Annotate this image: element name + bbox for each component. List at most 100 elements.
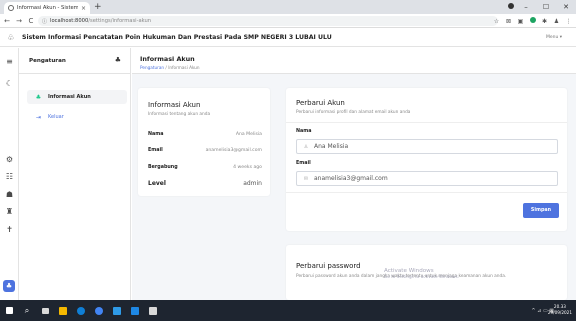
file-explorer-icon[interactable]: [54, 300, 72, 321]
name-field[interactable]: ♙: [296, 139, 558, 154]
watermark-subline: Go to Settings to activate Windows.: [384, 274, 460, 279]
user-icon: ♣: [35, 93, 42, 101]
email-field[interactable]: ✉: [296, 171, 558, 186]
close-window-button[interactable]: ✕: [556, 3, 576, 11]
icon-rail: ≡ ☾ ⚙ ☷ ☗ ♜ ✝ ♣: [0, 48, 19, 300]
reload-button[interactable]: C: [26, 17, 36, 25]
info-value: 4 weeks ago: [233, 165, 262, 170]
url-input[interactable]: ⓘ localhost:8000 /settings/informasi-aku…: [38, 16, 498, 26]
hamburger-menu-icon[interactable]: ≡: [4, 56, 15, 67]
windows-taskbar: ⌕ ^ ⊿ ▭ ▦ 20.33 29/09/2021: [0, 300, 576, 321]
name-field-label: Nama: [296, 129, 312, 134]
breadcrumb-separator: /: [165, 65, 167, 70]
update-account-card: Perbarui Akun Perbarui informasi profil …: [286, 88, 567, 231]
chrome-browser-icon[interactable]: [90, 300, 108, 321]
info-value: Ana Melisia: [235, 132, 262, 137]
sidebar-item-informasi-akun[interactable]: ♣ Informasi Akun: [27, 90, 127, 104]
back-button[interactable]: ←: [2, 17, 12, 25]
browser-tab[interactable]: Informasi Akun - Sistem Informa ×: [4, 2, 90, 14]
rail-achievements-icon[interactable]: ✝: [4, 224, 15, 235]
maximize-button[interactable]: ☐: [536, 3, 556, 11]
info-row-bergabung: Bergabung 4 weeks ago: [148, 165, 262, 173]
save-button[interactable]: Simpan: [523, 203, 559, 218]
user-menu-dropdown[interactable]: Menu ▾: [546, 35, 562, 40]
info-row-email: Email anamelisia3@gmail.com: [148, 148, 262, 156]
extension-icon[interactable]: ⊠: [505, 18, 512, 25]
rail-points-icon[interactable]: ☗: [4, 189, 15, 200]
browser-tab-bar: Informasi Akun - Sistem Informa × + – ☐ …: [0, 0, 576, 14]
breadcrumb-link-pengaturan[interactable]: Pengaturan: [140, 65, 164, 70]
dark-mode-toggle-icon[interactable]: ☾: [4, 78, 15, 89]
rail-reports-icon[interactable]: ♜: [4, 206, 15, 217]
settings-sidebar-header: Pengaturan ♣: [19, 48, 131, 74]
extension-icon[interactable]: ✱: [541, 18, 548, 25]
profile-icon[interactable]: ♟: [553, 18, 560, 25]
url-host: localhost:8000: [50, 18, 89, 24]
extension-green-icon[interactable]: [529, 17, 536, 25]
info-label: Level: [148, 180, 166, 187]
windows-start-icon[interactable]: [0, 300, 18, 321]
card-subtitle: Perbarui informasi profil dan alamat ema…: [296, 110, 411, 115]
divider: [286, 122, 567, 123]
app-title: Sistem Informasi Pencatatan Poin Hukuman…: [22, 34, 332, 41]
info-label: Nama: [148, 132, 164, 137]
card-title: Perbarui password: [296, 262, 361, 270]
breadcrumb-current: Informasi Akun: [168, 65, 200, 70]
info-row-level: Level admin: [148, 180, 262, 188]
email-field-label: Email: [296, 161, 311, 166]
info-value: admin: [243, 180, 262, 187]
info-icon[interactable]: ⓘ: [42, 18, 47, 25]
url-path: /settings/informasi-akun: [88, 18, 152, 24]
user-settings-icon: ♣: [114, 56, 121, 64]
profile-icon[interactable]: [506, 3, 516, 11]
info-row-nama: Nama Ana Melisia: [148, 132, 262, 140]
task-view-icon[interactable]: [36, 300, 54, 321]
tab-title: Informasi Akun - Sistem Informa: [17, 5, 78, 11]
minimize-button[interactable]: –: [516, 3, 536, 11]
account-info-card: Informasi Akun Informasi tentang akun an…: [138, 88, 270, 196]
app-header: ♧ Sistem Informasi Pencatatan Poin Hukum…: [0, 29, 576, 47]
envelope-icon: ✉: [303, 175, 309, 182]
bookmark-star-icon[interactable]: ☆: [493, 18, 500, 25]
sidebar-title: Pengaturan: [29, 58, 66, 64]
edge-browser-icon[interactable]: [72, 300, 90, 321]
rail-students-icon[interactable]: ☷: [4, 171, 15, 182]
logout-icon: ⇥: [35, 113, 42, 121]
app-icon[interactable]: [144, 300, 162, 321]
sidebar-item-label: Informasi Akun: [48, 94, 91, 100]
info-label: Bergabung: [148, 165, 178, 170]
card-title: Perbarui Akun: [296, 99, 345, 107]
rail-dashboard-icon[interactable]: ⚙: [4, 154, 15, 165]
user-icon: ♙: [303, 143, 309, 150]
info-value: anamelisia3@gmail.com: [205, 148, 262, 153]
store-icon[interactable]: [108, 300, 126, 321]
rail-settings-user-icon[interactable]: ♣: [3, 280, 15, 292]
page-title: Informasi Akun: [140, 55, 195, 63]
card-title: Informasi Akun: [148, 101, 201, 109]
address-bar-row: ← → C ⓘ localhost:8000 /settings/informa…: [0, 14, 576, 28]
vscode-icon[interactable]: [126, 300, 144, 321]
divider: [286, 192, 567, 193]
card-subtitle: Informasi tentang akun anda: [148, 112, 211, 117]
browser-menu-icon[interactable]: ⋮: [565, 18, 572, 25]
extension-icon[interactable]: ▣: [517, 18, 524, 25]
search-icon[interactable]: ⌕: [18, 300, 36, 321]
school-logo-icon: ♧: [7, 33, 15, 42]
forward-button[interactable]: →: [14, 17, 24, 25]
close-tab-icon[interactable]: ×: [81, 5, 86, 12]
sidebar-item-label: Keluar: [48, 114, 64, 120]
clock-date: 29/09/2021: [547, 310, 572, 315]
sidebar-item-keluar[interactable]: ⇥ Keluar: [27, 110, 127, 124]
breadcrumb: Pengaturan / Informasi Akun: [140, 65, 200, 70]
extension-toolbar: ☆ ⊠ ▣ ✱ ♟ ⋮: [493, 17, 572, 25]
window-controls: – ☐ ✕: [506, 0, 576, 14]
globe-icon: [8, 5, 14, 11]
name-input[interactable]: [314, 143, 554, 150]
taskbar-clock[interactable]: 20.33 29/09/2021: [548, 304, 572, 316]
new-tab-button[interactable]: +: [94, 2, 102, 12]
info-label: Email: [148, 148, 163, 153]
main-content: Informasi Akun Pengaturan / Informasi Ak…: [132, 48, 576, 300]
settings-sidebar: Pengaturan ♣ ♣ Informasi Akun ⇥ Keluar: [19, 48, 131, 300]
email-input[interactable]: [314, 175, 554, 182]
activate-windows-watermark: Activate Windows Go to Settings to activ…: [384, 268, 459, 280]
